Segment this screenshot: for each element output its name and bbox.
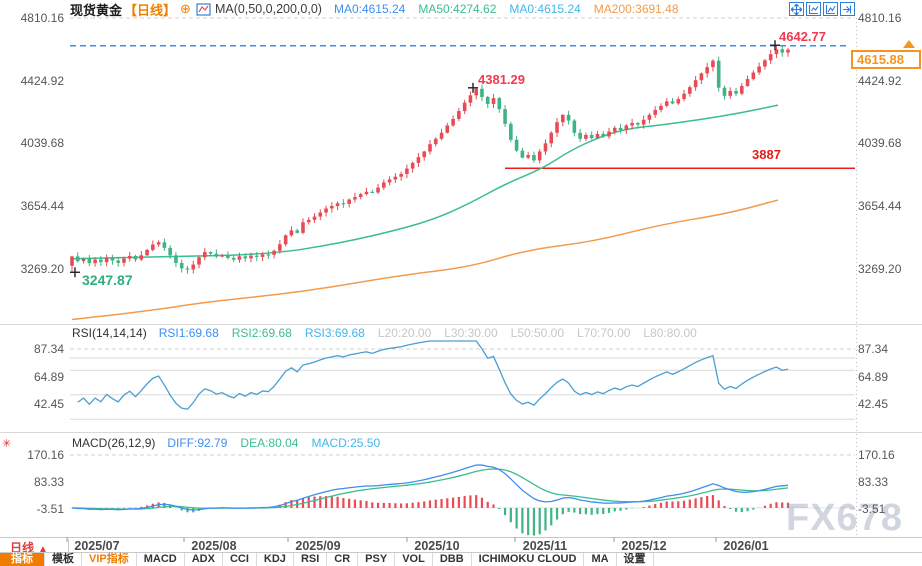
jan-high-annotation: 4642.77: [779, 29, 826, 44]
macd-axis-label: -3.51: [0, 502, 64, 516]
macd-legend-value: MACD:25.50: [311, 436, 380, 450]
macd-axis-label: 83.33: [0, 475, 64, 489]
last-price-tag: 4615.88: [851, 50, 921, 69]
macd-legend: DIFF:92.79 DEA:80.04 MACD:25.50: [167, 436, 380, 450]
rsi-axis-label: 64.89: [858, 370, 888, 384]
tab-ICHIMOKU CLOUD[interactable]: ICHIMOKU CLOUD: [472, 553, 585, 566]
rsi-level-label: L20:20.00: [378, 326, 431, 340]
divider: [68, 539, 69, 552]
main-axis-label: 3269.20: [0, 262, 64, 276]
zoom-y-axis-icon[interactable]: [823, 2, 838, 16]
ma-legend-value: MA0:4615.24: [509, 2, 580, 16]
chart-canvas[interactable]: [0, 0, 922, 552]
chart-application-window: 现货黄金 【日线】 ⊕ MA(0,50,0,200,0,0) MA0:4615.…: [0, 0, 922, 566]
main-axis-label: 4039.68: [0, 136, 64, 150]
macd-axis-label: 170.16: [0, 448, 64, 462]
tab-RSI[interactable]: RSI: [294, 553, 327, 566]
chart-header: 现货黄金 【日线】 ⊕ MA(0,50,0,200,0,0) MA0:4615.…: [70, 1, 679, 17]
rsi-legend-value: RSI2:69.68: [232, 326, 292, 340]
timeframe-label: 【日线】: [124, 0, 176, 19]
rsi-level-label: L30:30.00: [444, 326, 497, 340]
zoom-x-axis-icon[interactable]: [806, 2, 821, 16]
ma-legend-value: MA0:4615.24: [334, 2, 405, 16]
symbol-name: 现货黄金: [70, 0, 122, 19]
ma-legend-value: MA200:3691.48: [594, 2, 679, 16]
tab-VIP指标[interactable]: VIP指标: [82, 553, 137, 566]
tab-CR[interactable]: CR: [327, 553, 358, 566]
x-axis-month-label: 2025/09: [295, 539, 340, 553]
rsi-axis-label: 42.45: [0, 397, 64, 411]
rsi-axis-label: 42.45: [858, 397, 888, 411]
x-axis-month-label: 2025/10: [414, 539, 459, 553]
tab-ADX[interactable]: ADX: [185, 553, 223, 566]
main-axis-label: 3654.44: [0, 199, 64, 213]
tab-设置[interactable]: 设置: [617, 553, 654, 566]
rsi-legend: RSI1:69.68 RSI2:69.68 RSI3:69.68 L20:20.00 L…: [159, 326, 697, 340]
rsi-title: RSI(14,14,14): [72, 326, 147, 340]
rsi-legend-value: RSI1:69.68: [159, 326, 219, 340]
ma-legend-value: MA50:4274.62: [418, 2, 496, 16]
main-axis-label: 3654.44: [858, 199, 901, 213]
indicator-chart-icon[interactable]: [196, 3, 211, 16]
main-axis-label: 4810.16: [0, 11, 64, 25]
macd-legend-value: DEA:80.04: [240, 436, 298, 450]
x-axis-month-label: 2025/08: [191, 539, 236, 553]
rsi-legend-value: RSI3:69.68: [305, 326, 365, 340]
macd-title: MACD(26,12,9): [72, 436, 155, 450]
main-axis-label: 4424.92: [858, 74, 901, 88]
macd-axis-label: -3.51: [858, 502, 885, 516]
fx678-watermark: FX678: [786, 497, 903, 540]
ma-formula: MA(0,50,0,200,0,0): [215, 2, 322, 16]
tab-VOL[interactable]: VOL: [395, 553, 433, 566]
tab-PSY[interactable]: PSY: [358, 553, 395, 566]
add-indicator-icon[interactable]: ⊕: [180, 1, 191, 17]
main-axis-label: 4039.68: [858, 136, 901, 150]
chart-toolbar: [789, 2, 855, 16]
rsi-level-label: L80:80.00: [643, 326, 696, 340]
rsi-level-label: L50:50.00: [511, 326, 564, 340]
ma-legend: MA0:4615.24 MA50:4274.62 MA0:4615.24 MA200:…: [334, 2, 679, 16]
macd-axis-label: 83.33: [858, 475, 888, 489]
main-axis-label: 4810.16: [858, 11, 901, 25]
macd-panel-header: MACD(26,12,9) DIFF:92.79 DEA:80.04 MACD:25…: [72, 436, 380, 450]
tab-KDJ[interactable]: KDJ: [257, 553, 294, 566]
main-axis-label: 4424.92: [0, 74, 64, 88]
go-to-latest-icon[interactable]: [840, 2, 855, 16]
rsi-axis-label: 87.34: [858, 342, 888, 356]
tab-模板[interactable]: 模板: [45, 553, 82, 566]
x-axis-month-label: 2025/11: [523, 539, 568, 553]
macd-axis-label: 170.16: [858, 448, 895, 462]
oct-high-annotation: 4381.29: [478, 72, 525, 87]
rsi-axis-label: 64.89: [0, 370, 64, 384]
x-axis-month-label: 2026/01: [723, 539, 768, 553]
support-level-annotation: 3887: [752, 147, 781, 162]
macd-legend-value: DIFF:92.79: [167, 436, 227, 450]
tab-指标[interactable]: 指标: [0, 553, 45, 566]
rsi-panel-header: RSI(14,14,14) RSI1:69.68 RSI2:69.68 RSI3:6…: [72, 326, 697, 340]
tab-CCI[interactable]: CCI: [223, 553, 257, 566]
price-up-arrow-icon: [903, 40, 915, 48]
tab-MACD[interactable]: MACD: [137, 553, 185, 566]
main-axis-label: 3269.20: [858, 262, 901, 276]
jul-low-annotation: 3247.87: [82, 272, 133, 288]
tab-MA[interactable]: MA: [584, 553, 616, 566]
rsi-level-label: L70:70.00: [577, 326, 630, 340]
indicator-tab-bar: 指标模板VIP指标MACDADXCCIKDJRSICRPSYVOLDBBICHI…: [0, 552, 922, 566]
pan-move-icon[interactable]: [789, 2, 804, 16]
x-axis-month-label: 2025/07: [74, 539, 119, 553]
x-axis-month-label: 2025/12: [621, 539, 666, 553]
rsi-axis-label: 87.34: [0, 342, 64, 356]
tab-DBB[interactable]: DBB: [433, 553, 472, 566]
